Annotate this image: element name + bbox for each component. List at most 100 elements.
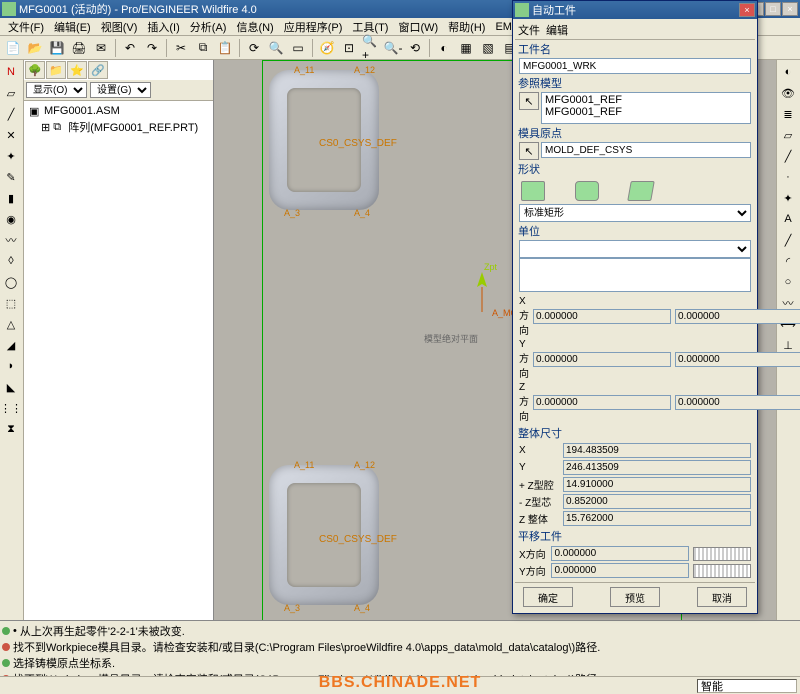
shift-y-field[interactable] — [551, 563, 689, 578]
disp-style-icon[interactable]: ◐ — [778, 62, 798, 82]
origin-field[interactable] — [541, 142, 751, 158]
preview-button[interactable]: 预览 — [610, 587, 660, 607]
pick-ref-button[interactable]: ↖ — [519, 92, 539, 110]
revolve-icon[interactable]: ◉ — [1, 209, 21, 229]
zdir-field-1[interactable] — [533, 395, 671, 410]
unit-select[interactable] — [519, 240, 751, 258]
display-combo[interactable]: 显示(O) — [26, 82, 87, 98]
dlg-menu-edit[interactable]: 编辑 — [546, 22, 568, 38]
refmodel-list[interactable]: MFG0001_REF MFG0001_REF — [541, 92, 751, 124]
shift-x-slider[interactable] — [693, 547, 751, 561]
axis-disp-icon[interactable]: ╱ — [778, 146, 798, 166]
new-feat-icon[interactable]: N — [1, 62, 21, 82]
line-icon[interactable]: ╱ — [778, 230, 798, 250]
dlg-menu-file[interactable]: 文件 — [518, 22, 540, 38]
mirror-icon[interactable]: ⧗ — [1, 419, 21, 439]
ref-item-2[interactable]: MFG0001_REF — [545, 106, 747, 118]
tab-folder-icon[interactable]: 📁 — [46, 61, 66, 79]
mail-icon[interactable]: ✉ — [91, 38, 111, 58]
maximize-button[interactable]: □ — [765, 2, 781, 16]
hidden-icon[interactable]: ▧ — [478, 38, 498, 58]
shape-roundrect-button[interactable] — [575, 181, 599, 201]
pick-origin-button[interactable]: ↖ — [519, 142, 539, 160]
menu-help[interactable]: 帮助(H) — [443, 18, 490, 36]
menu-insert[interactable]: 插入(I) — [142, 18, 184, 36]
arc-icon[interactable]: ◜ — [778, 251, 798, 271]
cut-icon[interactable]: ✂ — [171, 38, 191, 58]
paste-icon[interactable]: 📋 — [215, 38, 235, 58]
save-icon[interactable]: 💾 — [47, 38, 67, 58]
sweep-icon[interactable]: 〰 — [1, 230, 21, 250]
open-icon[interactable]: 📂 — [25, 38, 45, 58]
extrude-icon[interactable]: ▮ — [1, 188, 21, 208]
close-button[interactable]: × — [782, 2, 798, 16]
ydir-field-1[interactable] — [533, 352, 671, 367]
ok-button[interactable]: 确定 — [523, 587, 573, 607]
y-size-field[interactable] — [563, 460, 751, 475]
select-icon[interactable]: ▭ — [288, 38, 308, 58]
datum-axis-icon[interactable]: ╱ — [1, 104, 21, 124]
shade-icon[interactable]: ◐ — [434, 38, 454, 58]
zcore-field[interactable] — [563, 494, 751, 509]
circle-icon[interactable]: ○ — [778, 272, 798, 292]
saved-view-icon[interactable]: 👁 — [778, 83, 798, 103]
copy-icon[interactable]: ⧉ — [193, 38, 213, 58]
draft-icon[interactable]: ◢ — [1, 335, 21, 355]
plane-disp-icon[interactable]: ▱ — [778, 125, 798, 145]
view-refit-icon[interactable]: ⊡ — [339, 38, 359, 58]
shift-x-field[interactable] — [551, 546, 689, 561]
zoom-in-icon[interactable]: 🔍+ — [361, 38, 381, 58]
blend-icon[interactable]: ◊ — [1, 251, 21, 271]
cancel-button[interactable]: 取消 — [697, 587, 747, 607]
tab-conn-icon[interactable]: 🔗 — [88, 61, 108, 79]
tab-fav-icon[interactable]: ⭐ — [67, 61, 87, 79]
annot-disp-icon[interactable]: A — [778, 209, 798, 229]
wireframe-icon[interactable]: ▦ — [456, 38, 476, 58]
shape-rect-button[interactable] — [521, 181, 545, 201]
zcav-field[interactable] — [563, 477, 751, 492]
xdir-field-1[interactable] — [533, 309, 671, 324]
menu-view[interactable]: 视图(V) — [96, 18, 143, 36]
datum-csys-icon[interactable]: ✦ — [1, 146, 21, 166]
tab-tree-icon[interactable]: 🌳 — [25, 61, 45, 79]
csys-disp-icon[interactable]: ✦ — [778, 188, 798, 208]
undo-icon[interactable]: ↶ — [120, 38, 140, 58]
pattern-icon[interactable]: ⋮⋮ — [1, 398, 21, 418]
rib-icon[interactable]: △ — [1, 314, 21, 334]
unit-text[interactable] — [519, 258, 751, 292]
ydir-field-2[interactable] — [675, 352, 800, 367]
shift-y-slider[interactable] — [693, 564, 751, 578]
layer-icon[interactable]: ≣ — [778, 104, 798, 124]
x-size-field[interactable] — [563, 443, 751, 458]
find-icon[interactable]: 🔍 — [266, 38, 286, 58]
new-icon[interactable]: 📄 — [3, 38, 23, 58]
datum-plane-icon[interactable]: ▱ — [1, 83, 21, 103]
point-disp-icon[interactable]: · — [778, 167, 798, 187]
hole-icon[interactable]: ◯ — [1, 272, 21, 292]
zoom-out-icon[interactable]: 🔍- — [383, 38, 403, 58]
menu-info[interactable]: 信息(N) — [231, 18, 278, 36]
view-spin-icon[interactable]: 🧭 — [317, 38, 337, 58]
shape-prism-button[interactable] — [627, 181, 655, 201]
setup-combo[interactable]: 设置(G) — [90, 82, 151, 98]
redo-icon[interactable]: ↷ — [142, 38, 162, 58]
repaint-icon[interactable]: ⟲ — [405, 38, 425, 58]
sketch-icon[interactable]: ✎ — [1, 167, 21, 187]
menu-file[interactable]: 文件(F) — [3, 18, 49, 36]
tree-content[interactable]: ▣ MFG0001.ASM ⊞ ⧉ 阵列(MFG0001_REF.PRT) — [24, 101, 213, 620]
regen-icon[interactable]: ⟳ — [244, 38, 264, 58]
menu-edit[interactable]: 编辑(E) — [49, 18, 96, 36]
tree-child[interactable]: ⊞ ⧉ 阵列(MFG0001_REF.PRT) — [27, 118, 210, 136]
menu-apps[interactable]: 应用程序(P) — [279, 18, 348, 36]
dialog-close-button[interactable]: × — [739, 3, 755, 17]
zdir-field-2[interactable] — [675, 395, 800, 410]
expand-icon[interactable]: ⊞ — [41, 121, 50, 134]
selection-filter[interactable] — [697, 679, 797, 693]
shell-icon[interactable]: ⬚ — [1, 293, 21, 313]
datum-point-icon[interactable]: ✕ — [1, 125, 21, 145]
print-icon[interactable]: 🖨 — [69, 38, 89, 58]
wkname-field[interactable] — [519, 58, 751, 74]
menu-analysis[interactable]: 分析(A) — [185, 18, 232, 36]
chamfer-icon[interactable]: ◣ — [1, 377, 21, 397]
shape-select[interactable]: 标准矩形 — [519, 204, 751, 222]
